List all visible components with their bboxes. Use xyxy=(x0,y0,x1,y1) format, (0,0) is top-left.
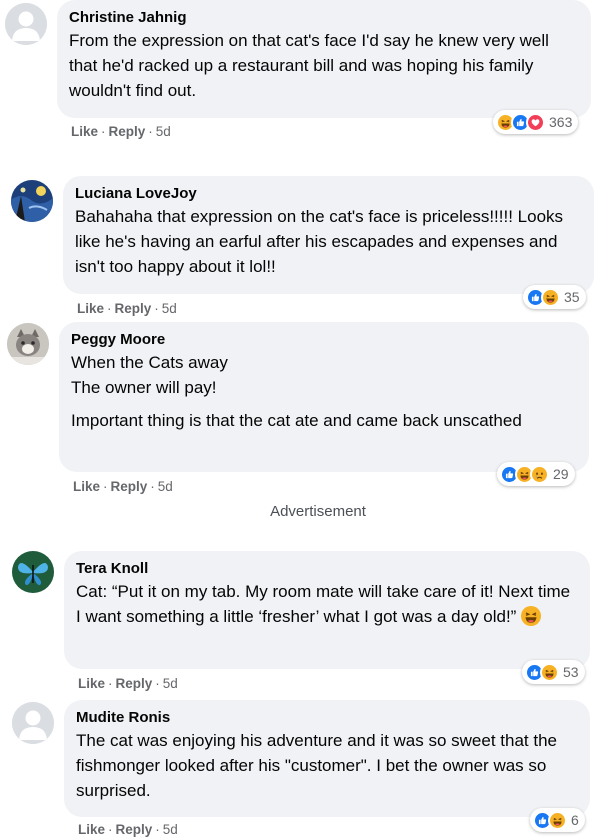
haha-reaction-icon xyxy=(540,662,559,682)
avatar[interactable] xyxy=(12,702,54,744)
comment-author[interactable]: Mudite Ronis xyxy=(76,708,578,728)
comment-actions: Like · Reply · 5d xyxy=(71,124,171,139)
comment-bubble: Peggy Moore When the Cats away The owner… xyxy=(59,322,589,472)
comment-actions: Like · Reply · 5d xyxy=(78,676,178,691)
like-link[interactable]: Like xyxy=(71,124,98,139)
comment-author[interactable]: Tera Knoll xyxy=(76,559,578,579)
comment-timestamp[interactable]: 5d xyxy=(156,124,171,139)
butterfly-avatar-icon xyxy=(12,551,54,593)
avatar[interactable] xyxy=(7,323,49,365)
comment-text: The owner will pay! xyxy=(71,378,217,397)
comment-text: When the Cats away xyxy=(71,353,228,372)
reaction-count: 53 xyxy=(563,664,579,680)
avatar[interactable] xyxy=(12,551,54,593)
comment-author[interactable]: Luciana LoveJoy xyxy=(75,184,582,204)
reply-link[interactable]: Reply xyxy=(115,301,152,316)
comment-text: From the expression on that cat's face I… xyxy=(69,31,549,100)
starry-night-avatar-icon xyxy=(11,180,53,222)
reaction-count: 363 xyxy=(549,114,573,130)
comment-actions: Like · Reply · 5d xyxy=(73,479,173,494)
comment-timestamp[interactable]: 5d xyxy=(158,479,173,494)
comment-text: Cat: “Put it on my tab. My room mate wil… xyxy=(76,579,578,629)
like-link[interactable]: Like xyxy=(73,479,100,494)
comment-author[interactable]: Christine Jahnig xyxy=(69,8,579,28)
sad-reaction-icon xyxy=(530,464,549,484)
reaction-count: 29 xyxy=(553,466,569,482)
reply-link[interactable]: Reply xyxy=(116,676,153,691)
comment-actions: Like · Reply · 5d xyxy=(77,301,177,316)
like-link[interactable]: Like xyxy=(77,301,104,316)
love-reaction-icon xyxy=(526,112,545,132)
reaction-summary[interactable]: 363 xyxy=(493,110,579,134)
comment-bubble: Christine Jahnig From the expression on … xyxy=(57,0,591,118)
reaction-count: 6 xyxy=(571,812,579,828)
avatar[interactable] xyxy=(5,3,47,45)
reaction-count: 35 xyxy=(564,289,580,305)
reaction-summary[interactable]: 35 xyxy=(523,285,586,309)
comment-bubble: Luciana LoveJoy Bahahaha that expression… xyxy=(63,176,594,294)
reaction-summary[interactable]: 53 xyxy=(522,660,585,684)
default-avatar-icon xyxy=(12,702,54,744)
like-link[interactable]: Like xyxy=(78,822,105,837)
comment-text: Important thing is that the cat ate and … xyxy=(71,411,522,430)
haha-reaction-icon xyxy=(541,287,560,307)
laughing-emoji-icon xyxy=(521,606,541,626)
comment-timestamp[interactable]: 5d xyxy=(163,676,178,691)
default-avatar-icon xyxy=(5,3,47,45)
like-link[interactable]: Like xyxy=(78,676,105,691)
comment-bubble: Tera Knoll Cat: “Put it on my tab. My ro… xyxy=(64,551,590,669)
reaction-summary[interactable]: 29 xyxy=(497,462,575,486)
comment-author[interactable]: Peggy Moore xyxy=(71,330,577,350)
comment-text: Bahahaha that expression on the cat's fa… xyxy=(75,207,564,276)
avatar[interactable] xyxy=(11,180,53,222)
comment-timestamp[interactable]: 5d xyxy=(162,301,177,316)
comment-actions: Like · Reply · 5d xyxy=(78,822,178,837)
reply-link[interactable]: Reply xyxy=(111,479,148,494)
advertisement-label: Advertisement xyxy=(270,503,366,520)
reply-link[interactable]: Reply xyxy=(116,822,153,837)
comment-timestamp[interactable]: 5d xyxy=(163,822,178,837)
reply-link[interactable]: Reply xyxy=(109,124,146,139)
cat-photo-avatar-icon xyxy=(7,323,49,365)
comment-text-body: Cat: “Put it on my tab. My room mate wil… xyxy=(76,582,571,626)
haha-reaction-icon xyxy=(548,810,567,830)
comment-bubble: Mudite Ronis The cat was enjoying his ad… xyxy=(64,700,590,817)
reaction-summary[interactable]: 6 xyxy=(530,808,585,832)
comment-text: The cat was enjoying his adventure and i… xyxy=(76,731,557,800)
